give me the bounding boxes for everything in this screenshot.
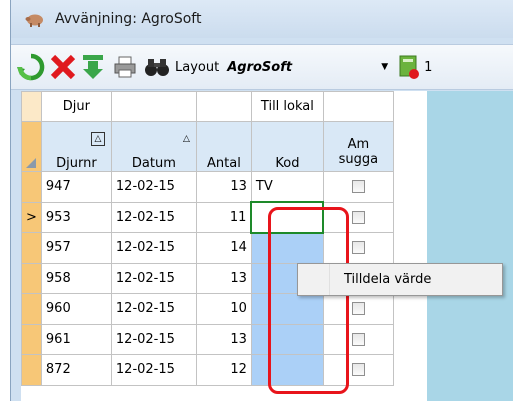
- context-menu: Tilldela värde: [297, 263, 503, 296]
- table-row[interactable]: 947 12-02-15 13 TV: [21, 171, 394, 203]
- cell-datum[interactable]: 12-02-15: [110, 232, 197, 264]
- pig-app-icon: [25, 14, 43, 27]
- group-header-djur: Djur: [40, 91, 112, 122]
- cell-antal[interactable]: 12: [195, 354, 252, 386]
- download-icon: [83, 55, 103, 79]
- toolbar-trailing-text: 1: [424, 59, 433, 75]
- row-marker[interactable]: [21, 323, 42, 355]
- title-bar: Avvänjning: AgroSoft: [11, 0, 513, 38]
- select-all-corner[interactable]: [21, 121, 42, 172]
- cell-djurnr[interactable]: 947: [40, 171, 112, 203]
- am-sugga-checkbox[interactable]: [352, 210, 366, 224]
- row-marker[interactable]: [21, 171, 42, 203]
- cell-kod-editing[interactable]: [250, 201, 325, 234]
- layout-select[interactable]: AgroSoft: [227, 60, 377, 75]
- cell-am-sugga[interactable]: [322, 232, 394, 264]
- table-row[interactable]: 872 12-02-15 12: [21, 354, 394, 386]
- chevron-down-icon[interactable]: ▼: [381, 62, 388, 72]
- layout-settings-icon: [399, 55, 420, 79]
- cell-djurnr[interactable]: 961: [40, 323, 112, 355]
- am-sugga-checkbox[interactable]: [351, 241, 365, 255]
- window-title: Avvänjning: AgroSoft: [55, 11, 202, 27]
- row-marker[interactable]: [21, 293, 42, 325]
- layout-label: Layout: [175, 59, 220, 75]
- column-header-datum[interactable]: △ Datum: [110, 121, 197, 172]
- column-header-am-sugga[interactable]: Am sugga: [322, 121, 394, 172]
- column-header-antal[interactable]: Antal: [195, 121, 252, 172]
- sort-asc-icon: △: [182, 134, 190, 144]
- refresh-button[interactable]: [17, 50, 45, 84]
- column-header-djurnr[interactable]: △ Djurnr: [40, 121, 112, 172]
- cell-kod[interactable]: [250, 354, 324, 386]
- data-grid: Djur Till lokal △ Djurnr △ Datum Antal K…: [21, 91, 427, 401]
- am-sugga-checkbox[interactable]: [351, 332, 365, 346]
- app-window: Avvänjning: AgroSoft Layout AgroSoft ▼ 1…: [10, 0, 513, 401]
- cell-djurnr[interactable]: 872: [40, 354, 112, 386]
- context-menu-gutter: [298, 264, 330, 295]
- cell-datum[interactable]: 12-02-15: [110, 171, 197, 203]
- cell-kod[interactable]: [250, 293, 324, 325]
- cell-kod[interactable]: [250, 232, 324, 264]
- am-sugga-checkbox[interactable]: [351, 180, 365, 194]
- table-row[interactable]: > 953 12-02-15 11: [21, 201, 394, 234]
- cell-datum[interactable]: 12-02-15: [110, 262, 197, 294]
- cell-djurnr[interactable]: 953: [40, 201, 112, 233]
- cell-antal[interactable]: 14: [195, 232, 252, 264]
- cell-antal[interactable]: 13: [195, 171, 252, 203]
- download-button[interactable]: [81, 50, 105, 84]
- cell-am-sugga[interactable]: [322, 201, 394, 233]
- cell-djurnr[interactable]: 960: [40, 293, 112, 325]
- cell-kod[interactable]: TV: [250, 171, 324, 203]
- delete-x-icon: [50, 54, 76, 80]
- refresh-icon: [17, 53, 45, 81]
- cell-datum[interactable]: 12-02-15: [110, 323, 197, 355]
- cell-djurnr[interactable]: 957: [40, 232, 112, 264]
- print-icon: [114, 56, 136, 78]
- table-row[interactable]: 957 12-02-15 14: [21, 232, 394, 264]
- side-panel: [427, 91, 513, 401]
- layout-settings-button[interactable]: [398, 50, 420, 84]
- group-header-blank: [195, 91, 252, 122]
- find-button[interactable]: [143, 50, 171, 84]
- cell-antal[interactable]: 11: [195, 201, 252, 233]
- cell-datum[interactable]: 12-02-15: [110, 201, 197, 233]
- column-header-kod[interactable]: Kod: [250, 121, 324, 172]
- cell-datum[interactable]: 12-02-15: [110, 354, 197, 386]
- cell-antal[interactable]: 13: [195, 262, 252, 294]
- sort-indicator-icon: △: [90, 132, 105, 146]
- table-row[interactable]: 961 12-02-15 13: [21, 323, 394, 355]
- cell-am-sugga[interactable]: [322, 323, 394, 355]
- row-marker[interactable]: [21, 232, 42, 264]
- am-sugga-checkbox[interactable]: [351, 302, 365, 316]
- row-marker[interactable]: >: [21, 201, 42, 233]
- row-marker[interactable]: [21, 262, 42, 294]
- group-header-blank: [110, 91, 197, 122]
- cell-datum[interactable]: 12-02-15: [110, 293, 197, 325]
- cell-antal[interactable]: 10: [195, 293, 252, 325]
- row-marker[interactable]: [21, 354, 42, 386]
- delete-button[interactable]: [49, 50, 77, 84]
- toolbar: Layout AgroSoft ▼ 1: [11, 44, 513, 90]
- cell-djurnr[interactable]: 958: [40, 262, 112, 294]
- cell-kod[interactable]: [250, 323, 324, 355]
- context-menu-item-tilldela-varde[interactable]: Tilldela värde: [330, 272, 431, 287]
- cell-antal[interactable]: 13: [195, 323, 252, 355]
- cell-am-sugga[interactable]: [322, 354, 394, 386]
- group-header-corner: [21, 91, 42, 122]
- print-button[interactable]: [113, 50, 137, 84]
- group-header-blank: [322, 91, 394, 122]
- table-row[interactable]: 960 12-02-15 10: [21, 293, 394, 325]
- binoculars-icon: [145, 59, 169, 76]
- group-header-till-lokal: Till lokal: [250, 91, 324, 122]
- cell-am-sugga[interactable]: [322, 171, 394, 203]
- am-sugga-checkbox[interactable]: [351, 363, 365, 377]
- cell-am-sugga[interactable]: [322, 293, 394, 325]
